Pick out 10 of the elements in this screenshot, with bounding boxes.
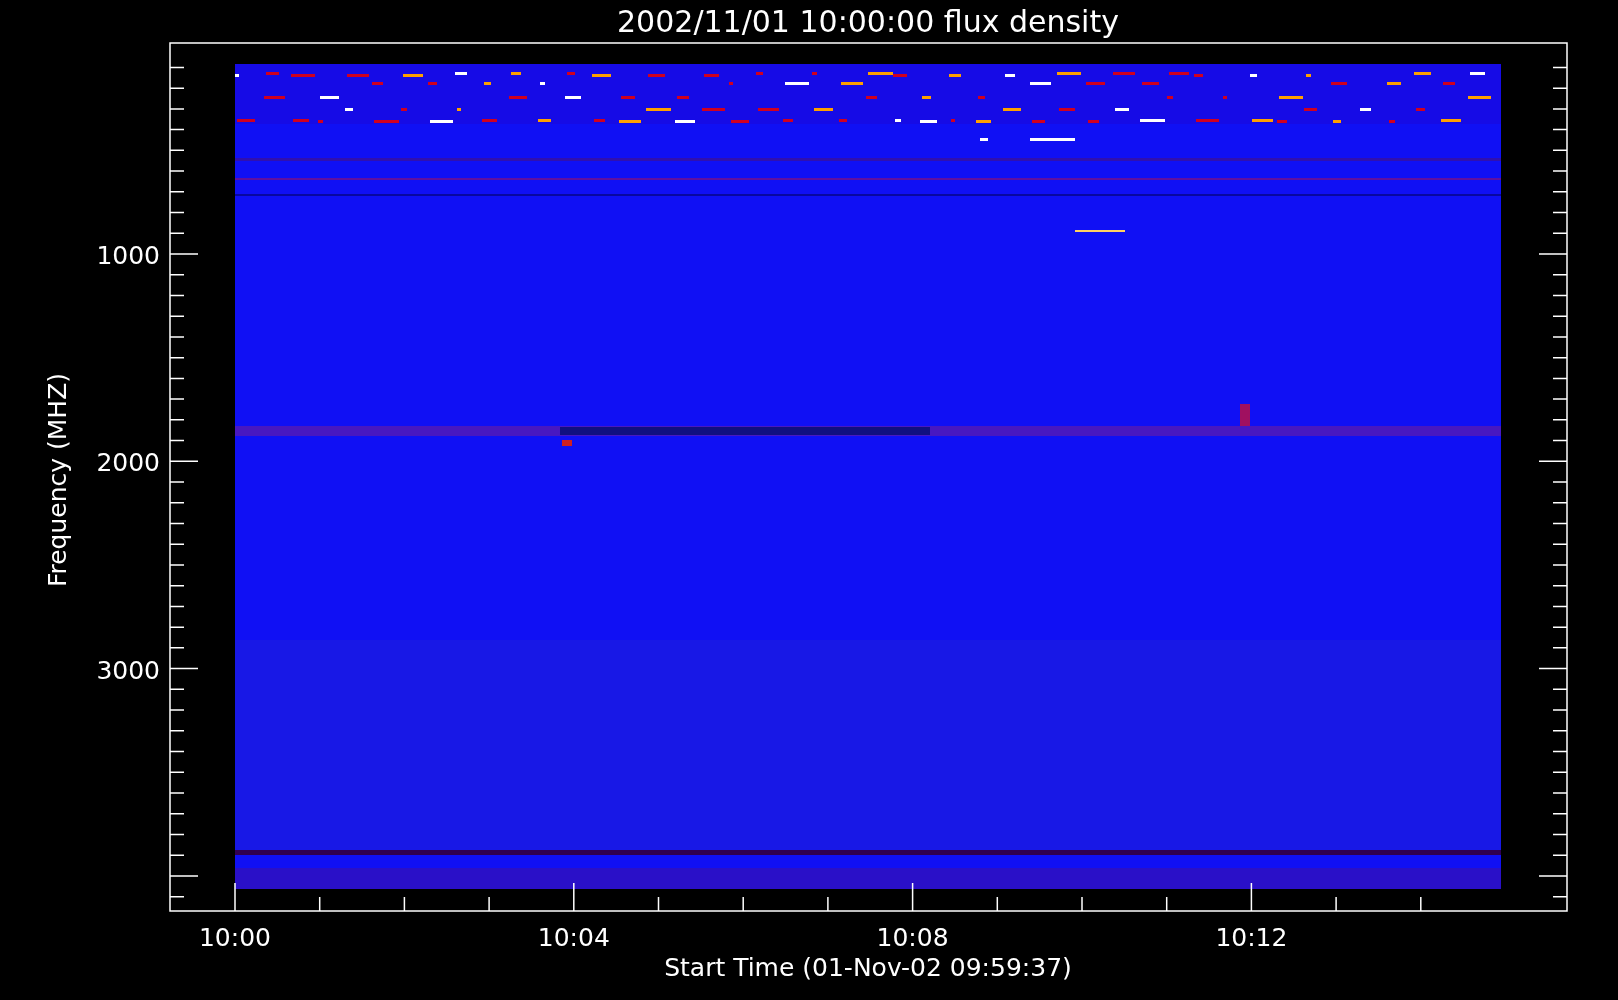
x-tick-label: 10:12 [1215,923,1288,952]
y-axis-label: Frequency (MHZ) [43,372,72,588]
chart-title: 2002/11/01 10:00:00 flux density [617,4,1119,39]
x-tick-label: 10:00 [199,923,271,952]
y-tick-label: 2000 [96,448,160,478]
x-tick-label: 10:08 [876,923,949,952]
x-tick-label: 10:04 [537,923,610,952]
x-axis-label: Start Time (01-Nov-02 09:59:37) [664,953,1072,982]
y-tick-label: 1000 [96,241,160,270]
y-tick-label: 3000 [96,655,160,685]
